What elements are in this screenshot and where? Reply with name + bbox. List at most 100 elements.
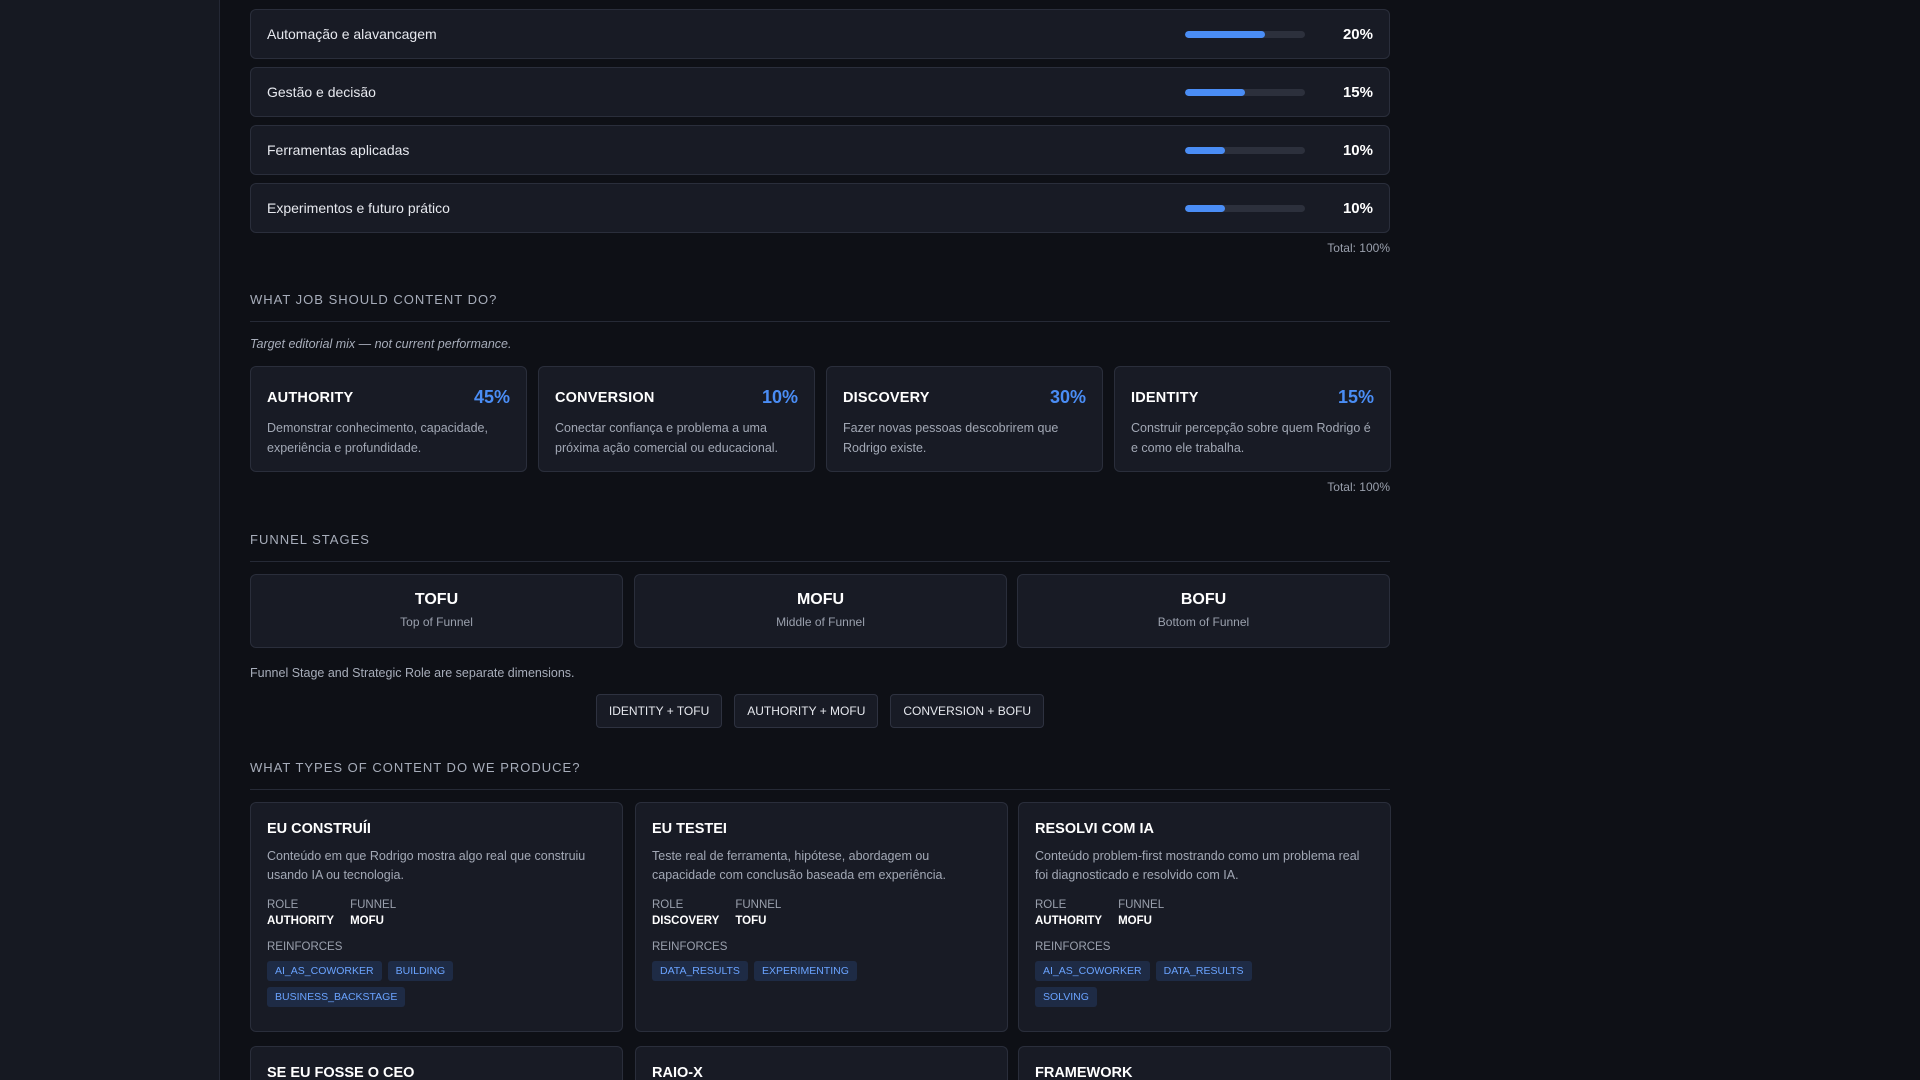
pillar-progress-bar [1185,146,1305,154]
pillar-label: Automação e alavancagem [267,26,437,42]
tag-list: DATA_RESULTS EXPERIMENTING [652,961,892,981]
role-card-discovery: DISCOVERY 30% Fazer novas pessoas descobr… [826,366,1103,472]
tag: AI_AS_COWORKER [1035,961,1150,981]
role-name: DISCOVERY [843,389,930,406]
content-type-card[interactable]: RAIO-X [635,1046,1008,1080]
pillar-label: Ferramentas aplicadas [267,142,410,158]
combo-chip: CONVERSION + BOFU [890,694,1045,728]
role-card-conversion: CONVERSION 10% Conectar confiança e probl… [538,366,815,472]
role-percent: 15% [1337,387,1374,407]
pillar-progress-bar [1185,30,1305,38]
pillar-progress-fill [1185,30,1266,38]
pillar-percent: 10% [1342,199,1373,217]
content-type-description: Teste real de ferramenta, hipótese, abor… [652,849,946,882]
funnel-label: FUNNEL [1118,899,1165,911]
role-description: Conectar confiança e problema a uma próx… [555,421,779,455]
content-type-card[interactable]: EU CONSTRUÍI Conteúdo em que Rodrigo mos… [250,802,623,1032]
pillar-progress-fill [1185,88,1245,96]
jobs-note: Target editorial mix — not current perfo… [250,337,512,351]
jobs-total: Total: 100% [1327,480,1390,494]
funnel-card-mofu: MOFU Middle of Funnel [634,574,1007,648]
role-value: DISCOVERY [652,915,720,927]
tag: EXPERIMENTING [753,961,857,981]
content-type-title: EU TESTEI [652,821,727,837]
funnel-label: FUNNEL [350,899,397,911]
content-type-title: RESOLVI COM IA [1035,821,1154,837]
role-card-identity: IDENTITY 15% Construir percepção sobre qu… [1114,366,1391,472]
role-percent: 30% [1049,387,1086,407]
combo-row: IDENTITY + TOFU AUTHORITY + MOFU CONVERS… [250,694,1390,728]
funnel-stage-subtitle: Top of Funnel [400,615,473,629]
content-type-title: SE EU FOSSE O CEO [267,1065,415,1080]
content-type-card[interactable]: RESOLVI COM IA Conteúdo problem-first mo… [1018,802,1391,1032]
tag: DATA_RESULTS [1155,961,1252,981]
content-type-card[interactable]: SE EU FOSSE O CEO [250,1046,623,1080]
tag: SOLVING [1035,987,1097,1007]
tag-list: AI_AS_COWORKER BUILDING BUSINESS_BACKSTA… [267,961,507,1007]
content-type-title: EU CONSTRUÍI [267,821,371,837]
pillar-row: Automação e alavancagem 20% [250,9,1390,59]
role-description: Construir percepção sobre quem Rodrigo é… [1131,421,1371,455]
content-type-title: FRAMEWORK [1035,1065,1133,1080]
funnel-stage-name: MOFU [796,591,845,608]
combo-chip: IDENTITY + TOFU [595,694,723,728]
role-name: CONVERSION [555,389,655,406]
content-type-card[interactable]: FRAMEWORK [1018,1046,1391,1080]
role-percent: 45% [473,387,510,407]
role-name: IDENTITY [1131,389,1199,406]
tag: DATA_RESULTS [652,961,748,981]
pillars-total: Total: 100% [1327,241,1390,255]
content-type-card[interactable]: EU TESTEI Teste real de ferramenta, hipó… [635,802,1008,1032]
funnel-stage-subtitle: Middle of Funnel [776,615,865,629]
pillar-percent: 15% [1342,83,1373,101]
pillar-progress-fill [1185,146,1225,154]
role-description: Demonstrar conhecimento, capacidade, exp… [267,421,488,455]
pillar-percent: 10% [1342,141,1373,159]
tag: BUILDING [387,961,454,981]
role-name: AUTHORITY [267,389,354,406]
tag: AI_AS_COWORKER [267,961,382,981]
sidebar [0,0,220,1080]
content-type-title: RAIO-X [652,1065,703,1080]
reinforces-label: REINFORCES [1035,941,1111,953]
funnel-stage-subtitle: Bottom of Funnel [1157,615,1250,629]
pillar-row: Gestão e decisão 15% [250,67,1390,117]
funnel-note: Funnel Stage and Strategic Role are sepa… [250,666,575,680]
combo-chip: AUTHORITY + MOFU [734,694,879,728]
content-type-meta: ROLE AUTHORITY FUNNEL MOFU [1035,899,1374,927]
funnel-label: FUNNEL [735,899,782,911]
role-label: ROLE [1035,899,1067,911]
content-type-description: Conteúdo problem-first mostrando como um… [1035,849,1360,882]
reinforces-label: REINFORCES [267,941,343,953]
pillar-progress-fill [1185,204,1225,212]
pillar-progress-bar [1185,88,1305,96]
role-value: AUTHORITY [267,915,335,927]
pillar-progress-bar [1185,204,1305,212]
pillar-label: Experimentos e futuro prático [267,200,450,216]
section-title-funnel: FUNNEL STAGES [250,532,1390,562]
section-title-jobs: WHAT JOB SHOULD CONTENT DO? [250,292,1390,322]
funnel-value: TOFU [735,915,767,927]
content-type-description: Conteúdo em que Rodrigo mostra algo real… [267,849,586,882]
pillar-row: Experimentos e futuro prático 10% [250,183,1390,233]
role-description: Fazer novas pessoas descobrirem que Rodr… [843,421,1059,455]
funnel-card-tofu: TOFU Top of Funnel [250,574,623,648]
role-label: ROLE [652,899,684,911]
tag-list: AI_AS_COWORKER DATA_RESULTS SOLVING [1035,961,1275,1007]
role-label: ROLE [267,899,299,911]
role-value: AUTHORITY [1035,915,1103,927]
pillar-percent: 20% [1342,25,1373,43]
content-type-meta: ROLE DISCOVERY FUNNEL TOFU [652,899,991,927]
funnel-stage-name: TOFU [414,591,459,608]
funnel-value: MOFU [1118,915,1152,927]
funnel-stage-name: BOFU [1180,591,1227,608]
section-title-types: WHAT TYPES OF CONTENT DO WE PRODUCE? [250,760,1390,790]
tag: BUSINESS_BACKSTAGE [267,987,406,1007]
pillar-row: Ferramentas aplicadas 10% [250,125,1390,175]
content-type-meta: ROLE AUTHORITY FUNNEL MOFU [267,899,606,927]
funnel-card-bofu: BOFU Bottom of Funnel [1017,574,1390,648]
pillar-label: Gestão e decisão [267,84,376,100]
reinforces-label: REINFORCES [652,941,728,953]
role-percent: 10% [761,387,798,407]
role-card-authority: AUTHORITY 45% Demonstrar conhecimento, ca… [250,366,527,472]
